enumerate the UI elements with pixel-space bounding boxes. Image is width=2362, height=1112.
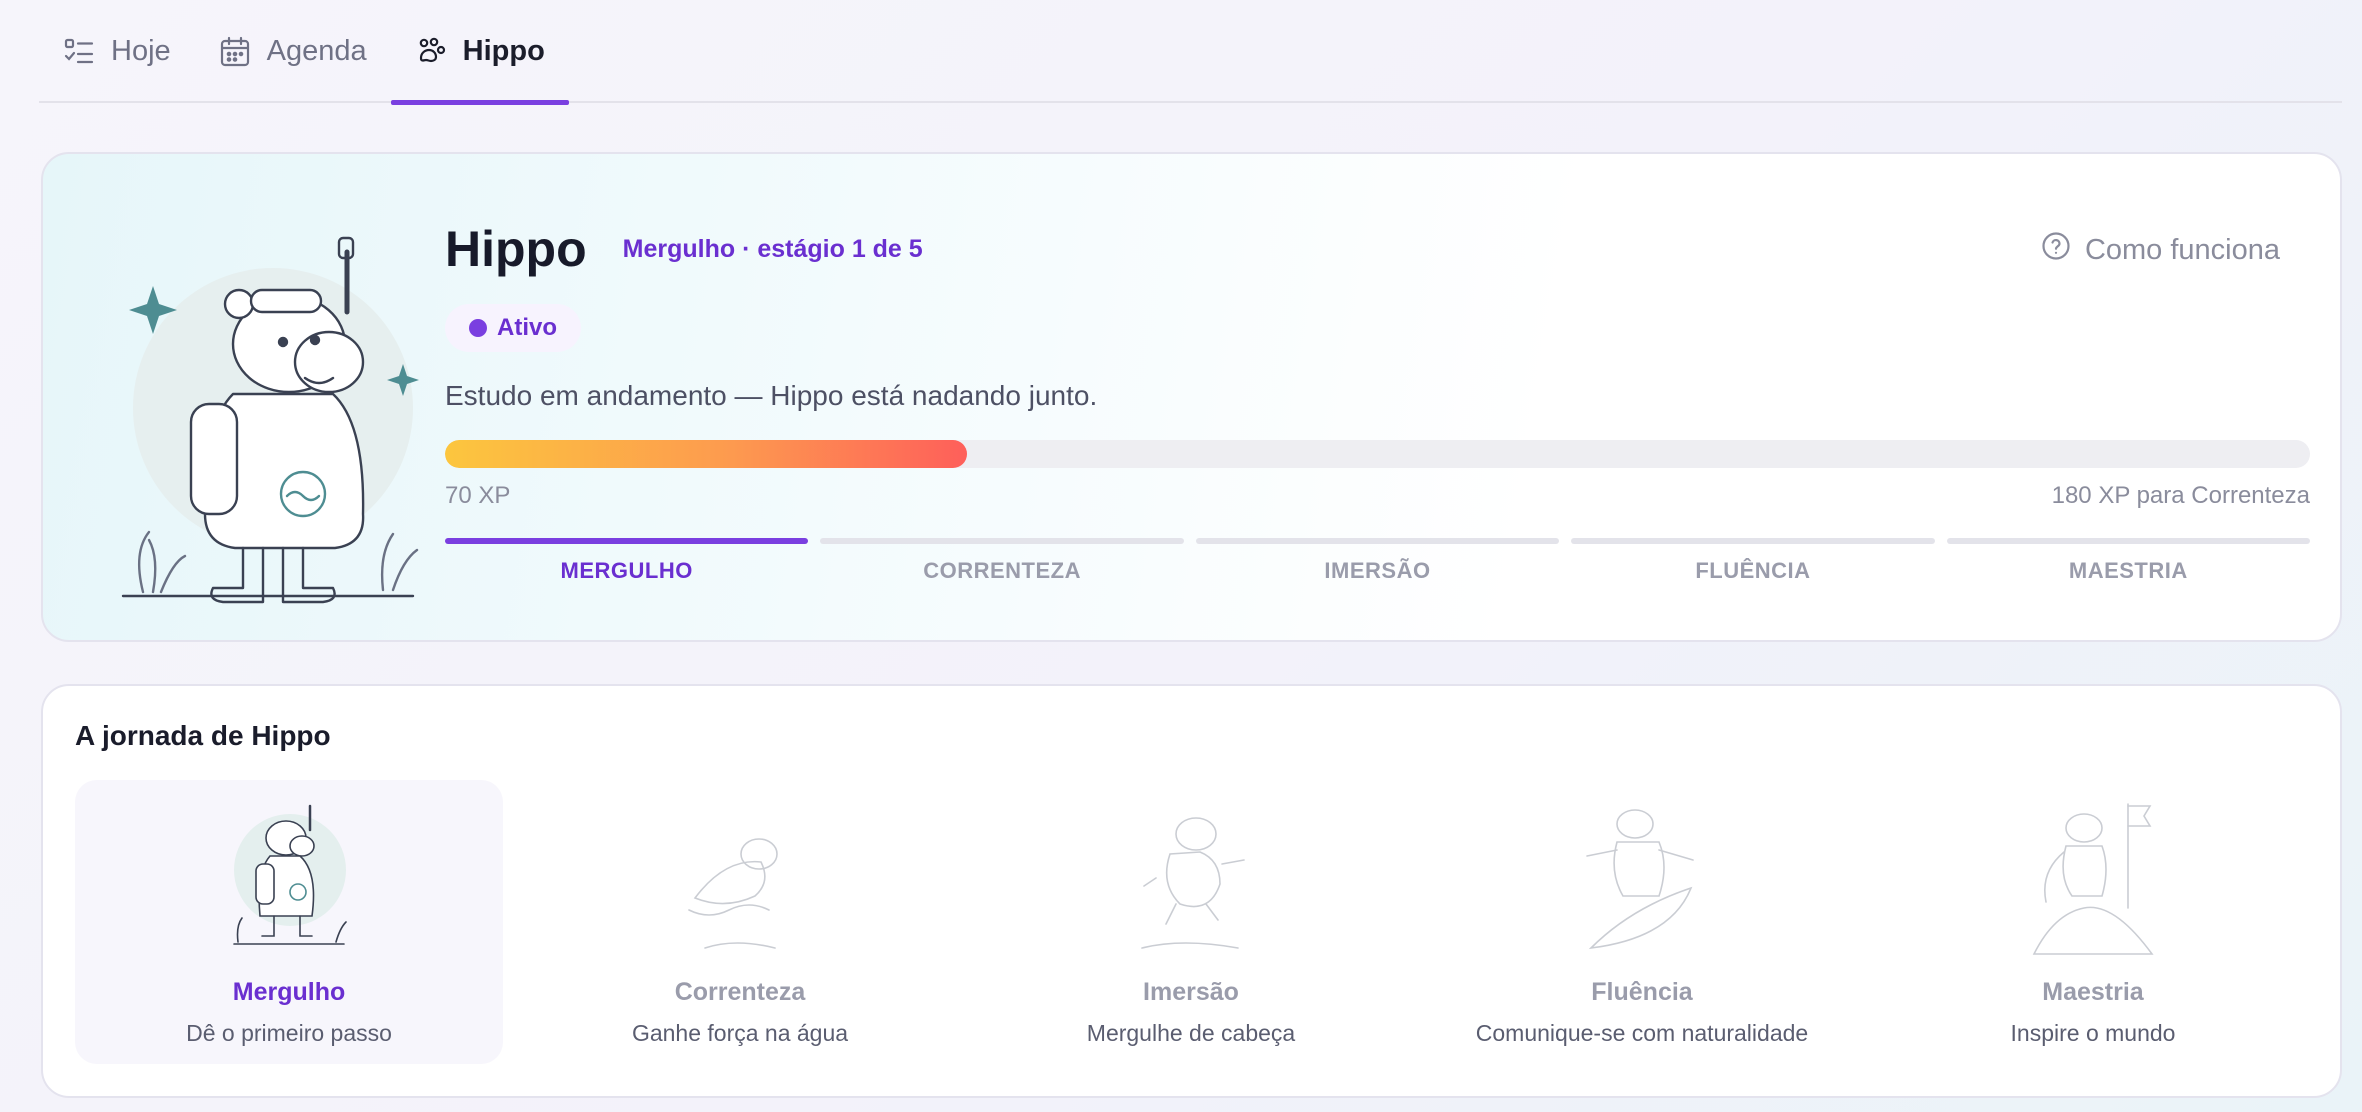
hippo-correnteza-illustration	[675, 798, 805, 958]
journey-stage-name: Correnteza	[674, 978, 806, 1006]
stage-label: IMERSÃO	[1324, 558, 1431, 583]
hippo-mergulho-illustration	[224, 798, 354, 958]
journey-stage-fluencia[interactable]: Fluência Comunique-se com naturalidade	[1428, 780, 1856, 1064]
how-it-works-link[interactable]: Como funciona	[2041, 231, 2280, 269]
journey-title: A jornada de Hippo	[75, 720, 331, 751]
stage-bar	[1571, 538, 1935, 544]
page-title: Hippo	[445, 221, 587, 277]
tab-label: Hippo	[462, 35, 545, 67]
stage-label: FLUÊNCIA	[1695, 558, 1811, 583]
hippo-fluencia-illustration	[1577, 798, 1707, 958]
hippo-status-body: Hippo Mergulho · estágio 1 de 5 Como fun…	[443, 154, 2311, 640]
journey-stage-subtitle: Mergulhe de cabeça	[1086, 1020, 1296, 1046]
stage-imersao: IMERSÃO	[1195, 538, 1560, 584]
question-circle-icon	[2041, 231, 2071, 269]
hippo-maestria-illustration	[2028, 798, 2158, 958]
xp-progress-bar	[445, 440, 2310, 468]
stage-label: MERGULHO	[560, 558, 693, 583]
stage-mergulho: MERGULHO	[445, 538, 809, 584]
hippo-mascot-illustration	[83, 194, 453, 640]
stage-track: MERGULHO CORRENTEZA IMERSÃO FLUÊNCIA MAE…	[445, 538, 2311, 584]
tab-hoje[interactable]: Hoje	[39, 0, 195, 103]
tab-label: Hoje	[111, 35, 171, 67]
hippo-imersao-illustration	[1126, 798, 1256, 958]
journey-stage-subtitle: Ganhe força na água	[631, 1020, 849, 1046]
paw-icon	[415, 36, 447, 68]
journey-stage-subtitle: Comunique-se com naturalidade	[1475, 1020, 1809, 1046]
stage-correnteza: CORRENTEZA	[820, 538, 1184, 584]
tab-hippo[interactable]: Hippo	[390, 0, 569, 105]
main-tabs: Hoje Agenda Hippo	[39, 0, 2342, 105]
journey-stage-imersao[interactable]: Imersão Mergulhe de cabeça	[977, 780, 1405, 1064]
stage-bar	[445, 538, 809, 544]
xp-current: 70 XP	[445, 482, 511, 509]
journey-stage-name: Mergulho	[232, 978, 346, 1006]
journey-stage-mergulho[interactable]: Mergulho Dê o primeiro passo	[75, 780, 503, 1064]
stage-bar	[1946, 538, 2311, 544]
journey-stage-name: Maestria	[2042, 978, 2144, 1006]
stage-bar	[1195, 538, 1560, 544]
how-it-works-label: Como funciona	[2084, 233, 2280, 266]
status-description: Estudo em andamento — Hippo está nadando…	[445, 380, 1098, 411]
tab-agenda[interactable]: Agenda	[195, 0, 391, 103]
journey-stage-subtitle: Inspire o mundo	[2010, 1020, 2176, 1046]
hippo-journey-card: A jornada de Hippo Mergulho Dê o primeir…	[41, 684, 2342, 1098]
stage-fluencia: FLUÊNCIA	[1571, 538, 1935, 584]
stage-label: MAESTRIA	[2068, 558, 2188, 583]
status-badge-label: Ativo	[497, 314, 557, 341]
stage-bar	[820, 538, 1184, 544]
journey-stage-list: Mergulho Dê o primeiro passo Correnteza …	[75, 780, 2340, 1064]
tab-label: Agenda	[266, 35, 367, 67]
xp-next-stage: 180 XP para Correnteza	[2051, 482, 2310, 509]
checklist-icon	[63, 36, 95, 68]
stage-label: CORRENTEZA	[923, 558, 1081, 583]
hippo-status-card: Hippo Mergulho · estágio 1 de 5 Como fun…	[41, 152, 2342, 642]
status-badge: Ativo	[445, 304, 581, 352]
status-dot-icon	[469, 319, 487, 337]
stage-badge: Mergulho · estágio 1 de 5	[622, 234, 923, 263]
journey-stage-subtitle: Dê o primeiro passo	[186, 1020, 392, 1046]
journey-stage-correnteza[interactable]: Correnteza Ganhe força na água	[526, 780, 954, 1064]
journey-stage-name: Imersão	[1143, 978, 1239, 1006]
journey-stage-maestria[interactable]: Maestria Inspire o mundo	[1879, 780, 2307, 1064]
stage-maestria: MAESTRIA	[1946, 538, 2311, 584]
xp-progress-fill	[445, 440, 968, 468]
journey-stage-name: Fluência	[1591, 978, 1693, 1006]
calendar-icon	[219, 36, 251, 68]
